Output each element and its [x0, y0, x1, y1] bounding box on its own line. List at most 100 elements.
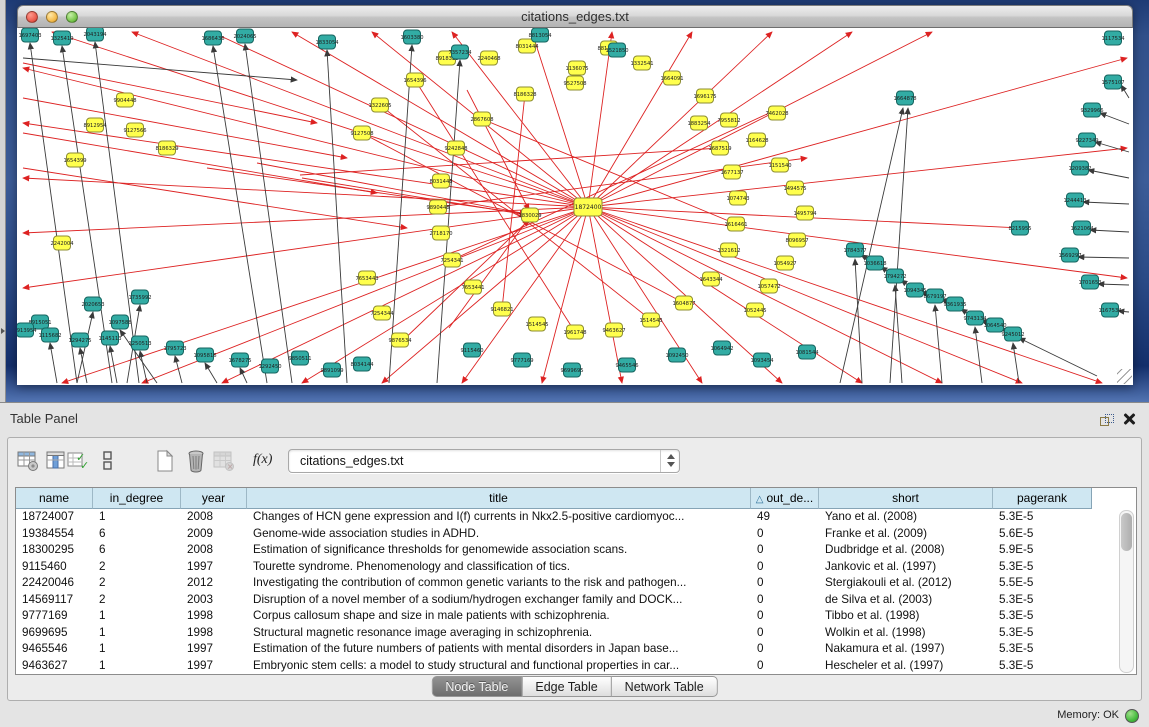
network-node[interactable]: 1678275: [228, 353, 251, 367]
collapsed-control-panel-strip[interactable]: [0, 0, 6, 402]
close-window-button[interactable]: [26, 11, 38, 23]
network-node[interactable]: 1961748: [563, 325, 586, 339]
network-node[interactable]: 8186329: [155, 141, 178, 155]
network-node[interactable]: 7955812: [717, 113, 740, 127]
network-node[interactable]: 7653443: [355, 271, 378, 285]
table-row[interactable]: 1830029562008Estimation of significance …: [16, 542, 1092, 559]
network-node[interactable]: 8186328: [513, 87, 536, 101]
network-node[interactable]: 1115682: [38, 328, 61, 342]
table-settings-icon[interactable]: [16, 449, 40, 473]
network-node[interactable]: 1081544: [795, 345, 819, 359]
minimize-window-button[interactable]: [46, 11, 58, 23]
network-edge[interactable]: [245, 44, 292, 383]
network-edge[interactable]: [205, 363, 217, 383]
network-node[interactable]: 2240468: [477, 51, 500, 65]
network-node[interactable]: 1569297: [1058, 248, 1081, 262]
network-node[interactable]: 1325419: [50, 31, 73, 45]
network-edge[interactable]: [1121, 85, 1129, 98]
network-edge[interactable]: [327, 50, 347, 383]
network-node[interactable]: 9463627: [602, 323, 625, 337]
close-panel-icon[interactable]: [1121, 411, 1137, 427]
tab-network-table[interactable]: Network Table: [612, 676, 718, 697]
network-node[interactable]: 9890448: [426, 200, 449, 214]
float-window-icon[interactable]: [1100, 414, 1115, 428]
table-row[interactable]: 977716911998Corpus callosum shape and si…: [16, 608, 1092, 625]
network-node[interactable]: 1097588: [108, 315, 131, 329]
network-node[interactable]: 9146821: [490, 302, 513, 316]
network-edge[interactable]: [50, 343, 57, 383]
network-node[interactable]: 9329966: [1080, 103, 1103, 117]
network-node[interactable]: 1322605: [368, 98, 391, 112]
network-node[interactable]: 1321612: [717, 243, 740, 257]
network-edge[interactable]: [467, 90, 529, 210]
column-header-pagerank[interactable]: pagerank: [993, 488, 1092, 509]
network-node[interactable]: 1575107: [1101, 75, 1124, 89]
network-node[interactable]: 1616461: [724, 217, 747, 231]
delete-trash-icon[interactable]: [184, 449, 208, 473]
network-node[interactable]: 1145113: [98, 331, 121, 345]
column-header-year[interactable]: year: [181, 488, 247, 509]
network-node[interactable]: 1209382: [1068, 161, 1091, 175]
network-node[interactable]: 1735992: [128, 290, 151, 304]
network-node[interactable]: 1883254: [687, 116, 711, 130]
table-row[interactable]: 911546021997Tourette syndrome. Phenomeno…: [16, 559, 1092, 576]
network-node[interactable]: 2718170: [429, 226, 452, 240]
memory-ok-indicator-icon[interactable]: [1125, 709, 1139, 723]
network-edge[interactable]: [502, 94, 525, 309]
network-node[interactable]: 2043194: [83, 28, 107, 41]
network-node[interactable]: 8679197: [923, 289, 946, 303]
zoom-window-button[interactable]: [66, 11, 78, 23]
network-node[interactable]: 1687519: [708, 141, 731, 155]
network-node[interactable]: 1830029: [518, 208, 541, 222]
network-node[interactable]: 1784377: [843, 243, 866, 257]
network-node[interactable]: 1495794: [793, 206, 817, 220]
tab-node-table[interactable]: Node Table: [431, 676, 522, 697]
show-column-icon[interactable]: [44, 449, 68, 473]
network-edge[interactable]: [240, 368, 247, 383]
network-edge[interactable]: [1100, 113, 1129, 124]
network-node[interactable]: 1332541: [630, 56, 653, 70]
network-edge[interactable]: [1098, 284, 1129, 285]
window-resize-grip[interactable]: [1117, 369, 1132, 384]
table-row[interactable]: 1938455462009Genome-wide association stu…: [16, 526, 1092, 543]
network-node[interactable]: 1833054: [315, 35, 339, 49]
network-canvas[interactable]: 1872400183002995275088186328286760892428…: [17, 28, 1133, 385]
column-header-title[interactable]: title: [247, 488, 751, 509]
vertical-scrollbar[interactable]: [1119, 510, 1134, 673]
table-row[interactable]: 946554611997Estimation of the future num…: [16, 641, 1092, 658]
function-builder-icon[interactable]: f(x): [253, 452, 272, 468]
column-header-short[interactable]: short: [819, 488, 993, 509]
network-node[interactable]: 1054927: [773, 256, 796, 270]
network-node[interactable]: 1654396: [403, 73, 426, 87]
network-node[interactable]: 8031448: [429, 174, 452, 188]
network-node[interactable]: 7254344: [370, 306, 394, 320]
column-header-name[interactable]: name: [16, 488, 93, 509]
network-node[interactable]: 1292450: [258, 359, 281, 373]
network-node[interactable]: 9127508: [350, 126, 373, 140]
network-edge[interactable]: [23, 98, 347, 158]
network-edge[interactable]: [1078, 257, 1129, 258]
network-node[interactable]: 9127566: [123, 123, 146, 137]
network-edge[interactable]: [588, 32, 772, 207]
network-node[interactable]: 8813054: [528, 28, 552, 42]
network-node[interactable]: 9227349: [1075, 133, 1098, 147]
network-node[interactable]: 1654399: [63, 153, 86, 167]
network-edge[interactable]: [23, 168, 407, 228]
network-edge[interactable]: [1088, 170, 1129, 178]
column-header-out_de[interactable]: △out_de...: [751, 488, 819, 509]
network-node[interactable]: 1167534: [1098, 303, 1122, 317]
network-edge[interactable]: [212, 32, 588, 207]
network-node[interactable]: 1521850: [605, 43, 628, 57]
network-edge[interactable]: [438, 158, 807, 207]
network-node[interactable]: 2020653: [81, 297, 104, 311]
network-node[interactable]: 1872400: [574, 198, 602, 216]
network-node[interactable]: 1136075: [565, 61, 588, 75]
network-node[interactable]: 1701653: [1078, 275, 1101, 289]
network-edge[interactable]: [382, 207, 588, 383]
network-node[interactable]: 8215955: [1008, 221, 1031, 235]
network-node[interactable]: 2867608: [470, 112, 493, 126]
network-edge[interactable]: [449, 218, 529, 328]
network-edge[interactable]: [1083, 202, 1129, 204]
network-edge[interactable]: [452, 108, 780, 260]
network-node[interactable]: 1151540: [768, 158, 791, 172]
